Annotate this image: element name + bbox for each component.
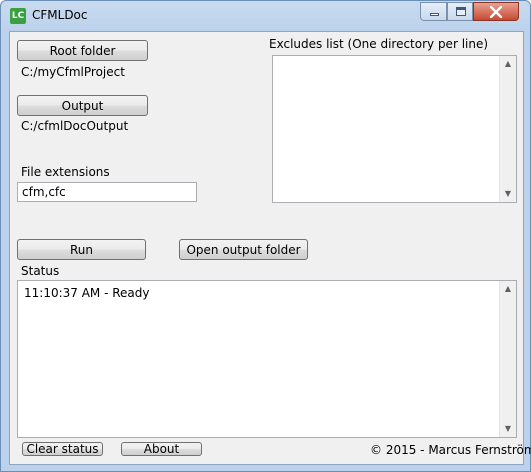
output-button[interactable]: Output: [17, 95, 148, 116]
status-scroll-up-icon[interactable]: ▲: [500, 281, 516, 297]
excludes-textarea[interactable]: ▲ ▼: [272, 55, 517, 203]
scroll-down-icon[interactable]: ▼: [500, 186, 516, 202]
status-log[interactable]: 11:10:37 AM - Ready ▲ ▼: [17, 280, 517, 438]
status-scrollbar[interactable]: ▲ ▼: [499, 281, 516, 437]
file-extensions-input[interactable]: cfm,cfc: [17, 182, 197, 202]
window-title: CFMLDoc: [32, 8, 88, 22]
about-button[interactable]: About: [121, 442, 202, 456]
app-window: LC CFMLDoc Root folder C:/myCfmlProject …: [0, 0, 531, 472]
app-icon: LC: [10, 8, 26, 24]
maximize-icon: [456, 7, 466, 16]
client-area: Root folder C:/myCfmlProject Output C:/c…: [9, 31, 531, 465]
open-output-folder-button[interactable]: Open output folder: [179, 239, 308, 260]
copyright-text: © 2015 - Marcus Fernström: [370, 443, 531, 457]
status-scroll-down-icon[interactable]: ▼: [500, 421, 516, 437]
file-extensions-value: cfm,cfc: [22, 185, 66, 199]
status-label: Status: [21, 264, 60, 278]
minimize-button[interactable]: [420, 2, 447, 21]
root-folder-button[interactable]: Root folder: [17, 40, 148, 61]
run-button[interactable]: Run: [17, 239, 146, 260]
excludes-label: Excludes list (One directory per line): [269, 37, 489, 51]
close-button[interactable]: [473, 2, 519, 21]
scroll-up-icon[interactable]: ▲: [500, 56, 516, 72]
clear-status-button[interactable]: Clear status: [22, 442, 103, 456]
output-path: C:/cfmlDocOutput: [21, 119, 129, 133]
status-log-text: 11:10:37 AM - Ready: [24, 286, 150, 300]
excludes-scrollbar[interactable]: ▲ ▼: [499, 56, 516, 202]
minimize-icon: [430, 13, 439, 16]
close-icon: [489, 6, 503, 18]
title-bar[interactable]: LC CFMLDoc: [1, 1, 530, 31]
maximize-button[interactable]: [447, 2, 473, 21]
file-extensions-label: File extensions: [21, 165, 110, 179]
root-folder-path: C:/myCfmlProject: [21, 65, 125, 79]
